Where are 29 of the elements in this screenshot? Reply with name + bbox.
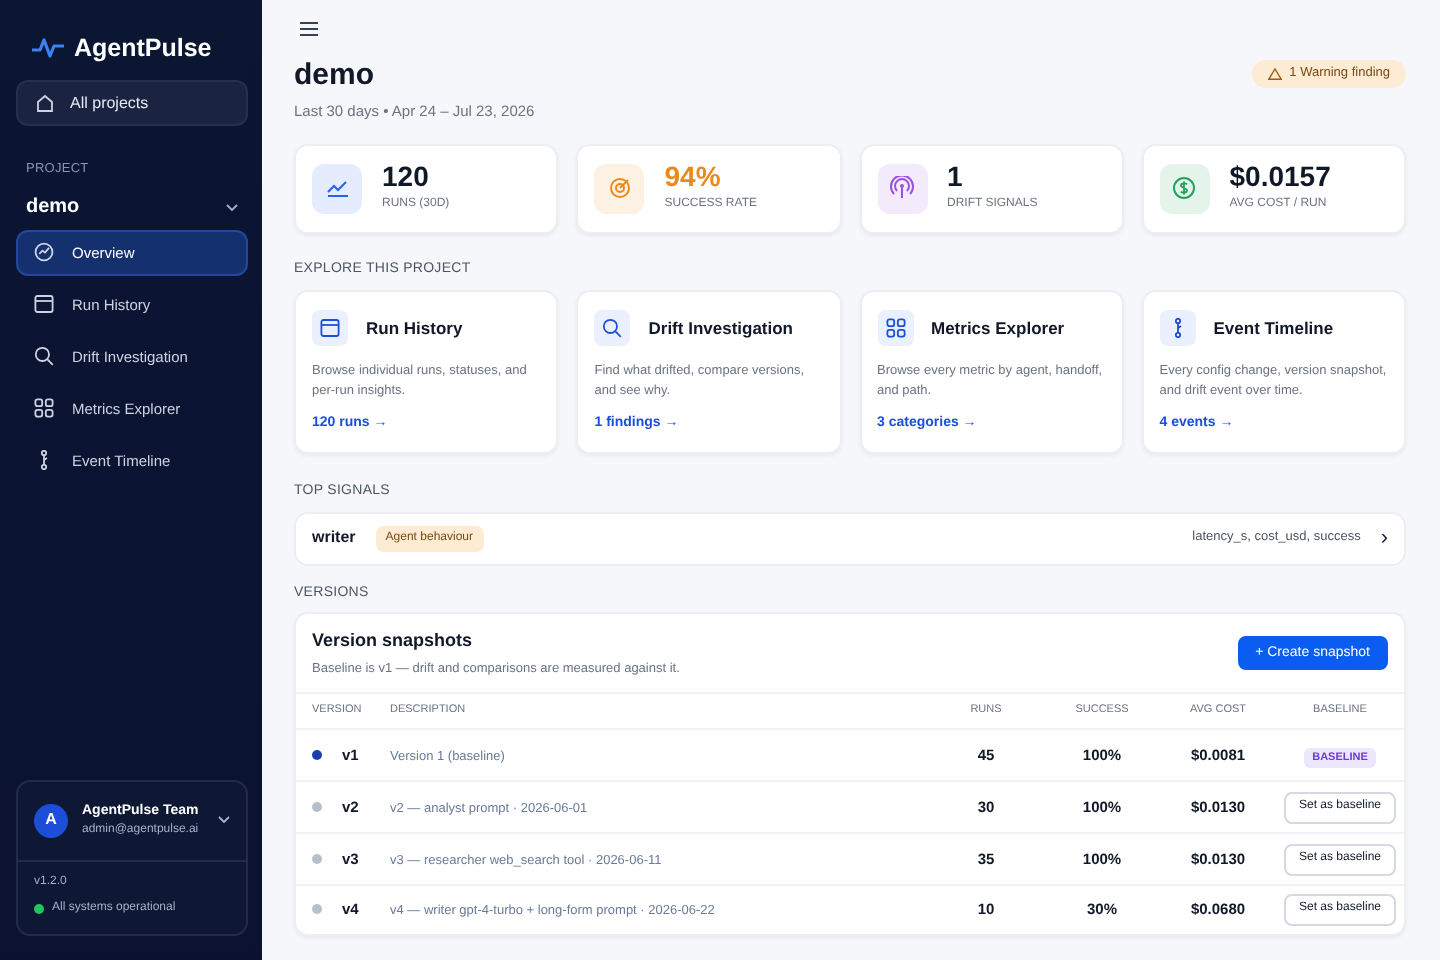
warning-icon bbox=[1267, 68, 1282, 80]
project-name: demo bbox=[26, 194, 80, 223]
search-icon bbox=[34, 346, 54, 367]
stat-value: $0.0157 bbox=[1229, 162, 1331, 193]
grid-icon bbox=[34, 398, 54, 419]
grid-icon bbox=[885, 318, 905, 339]
card-title: Version snapshots bbox=[312, 628, 475, 655]
chevron-down-icon bbox=[218, 816, 230, 825]
stat-value: 120 bbox=[382, 162, 431, 193]
all-projects-button[interactable]: All projects bbox=[16, 80, 248, 126]
page-title: demo bbox=[294, 60, 377, 93]
pulse-logo-icon bbox=[32, 38, 64, 58]
chevron-right-icon: › bbox=[1380, 527, 1388, 550]
home-icon bbox=[36, 94, 54, 112]
brand-name: AgentPulse bbox=[74, 31, 212, 66]
chevron-down-icon bbox=[226, 203, 238, 212]
card-title: Drift Investigation bbox=[648, 315, 794, 342]
overview-icon bbox=[34, 242, 54, 263]
search-icon bbox=[602, 318, 623, 339]
avatar: A bbox=[34, 803, 68, 838]
agent-name: writer bbox=[312, 526, 356, 551]
card-title: Run History bbox=[366, 315, 463, 342]
card-title: Event Timeline bbox=[1213, 315, 1334, 342]
menu-icon bbox=[300, 21, 318, 35]
stat-value: 1 bbox=[947, 162, 965, 193]
card-title: Metrics Explorer bbox=[931, 315, 1065, 342]
stat-value: 94% bbox=[664, 162, 723, 193]
table-icon bbox=[320, 318, 340, 339]
window-icon bbox=[34, 294, 54, 315]
